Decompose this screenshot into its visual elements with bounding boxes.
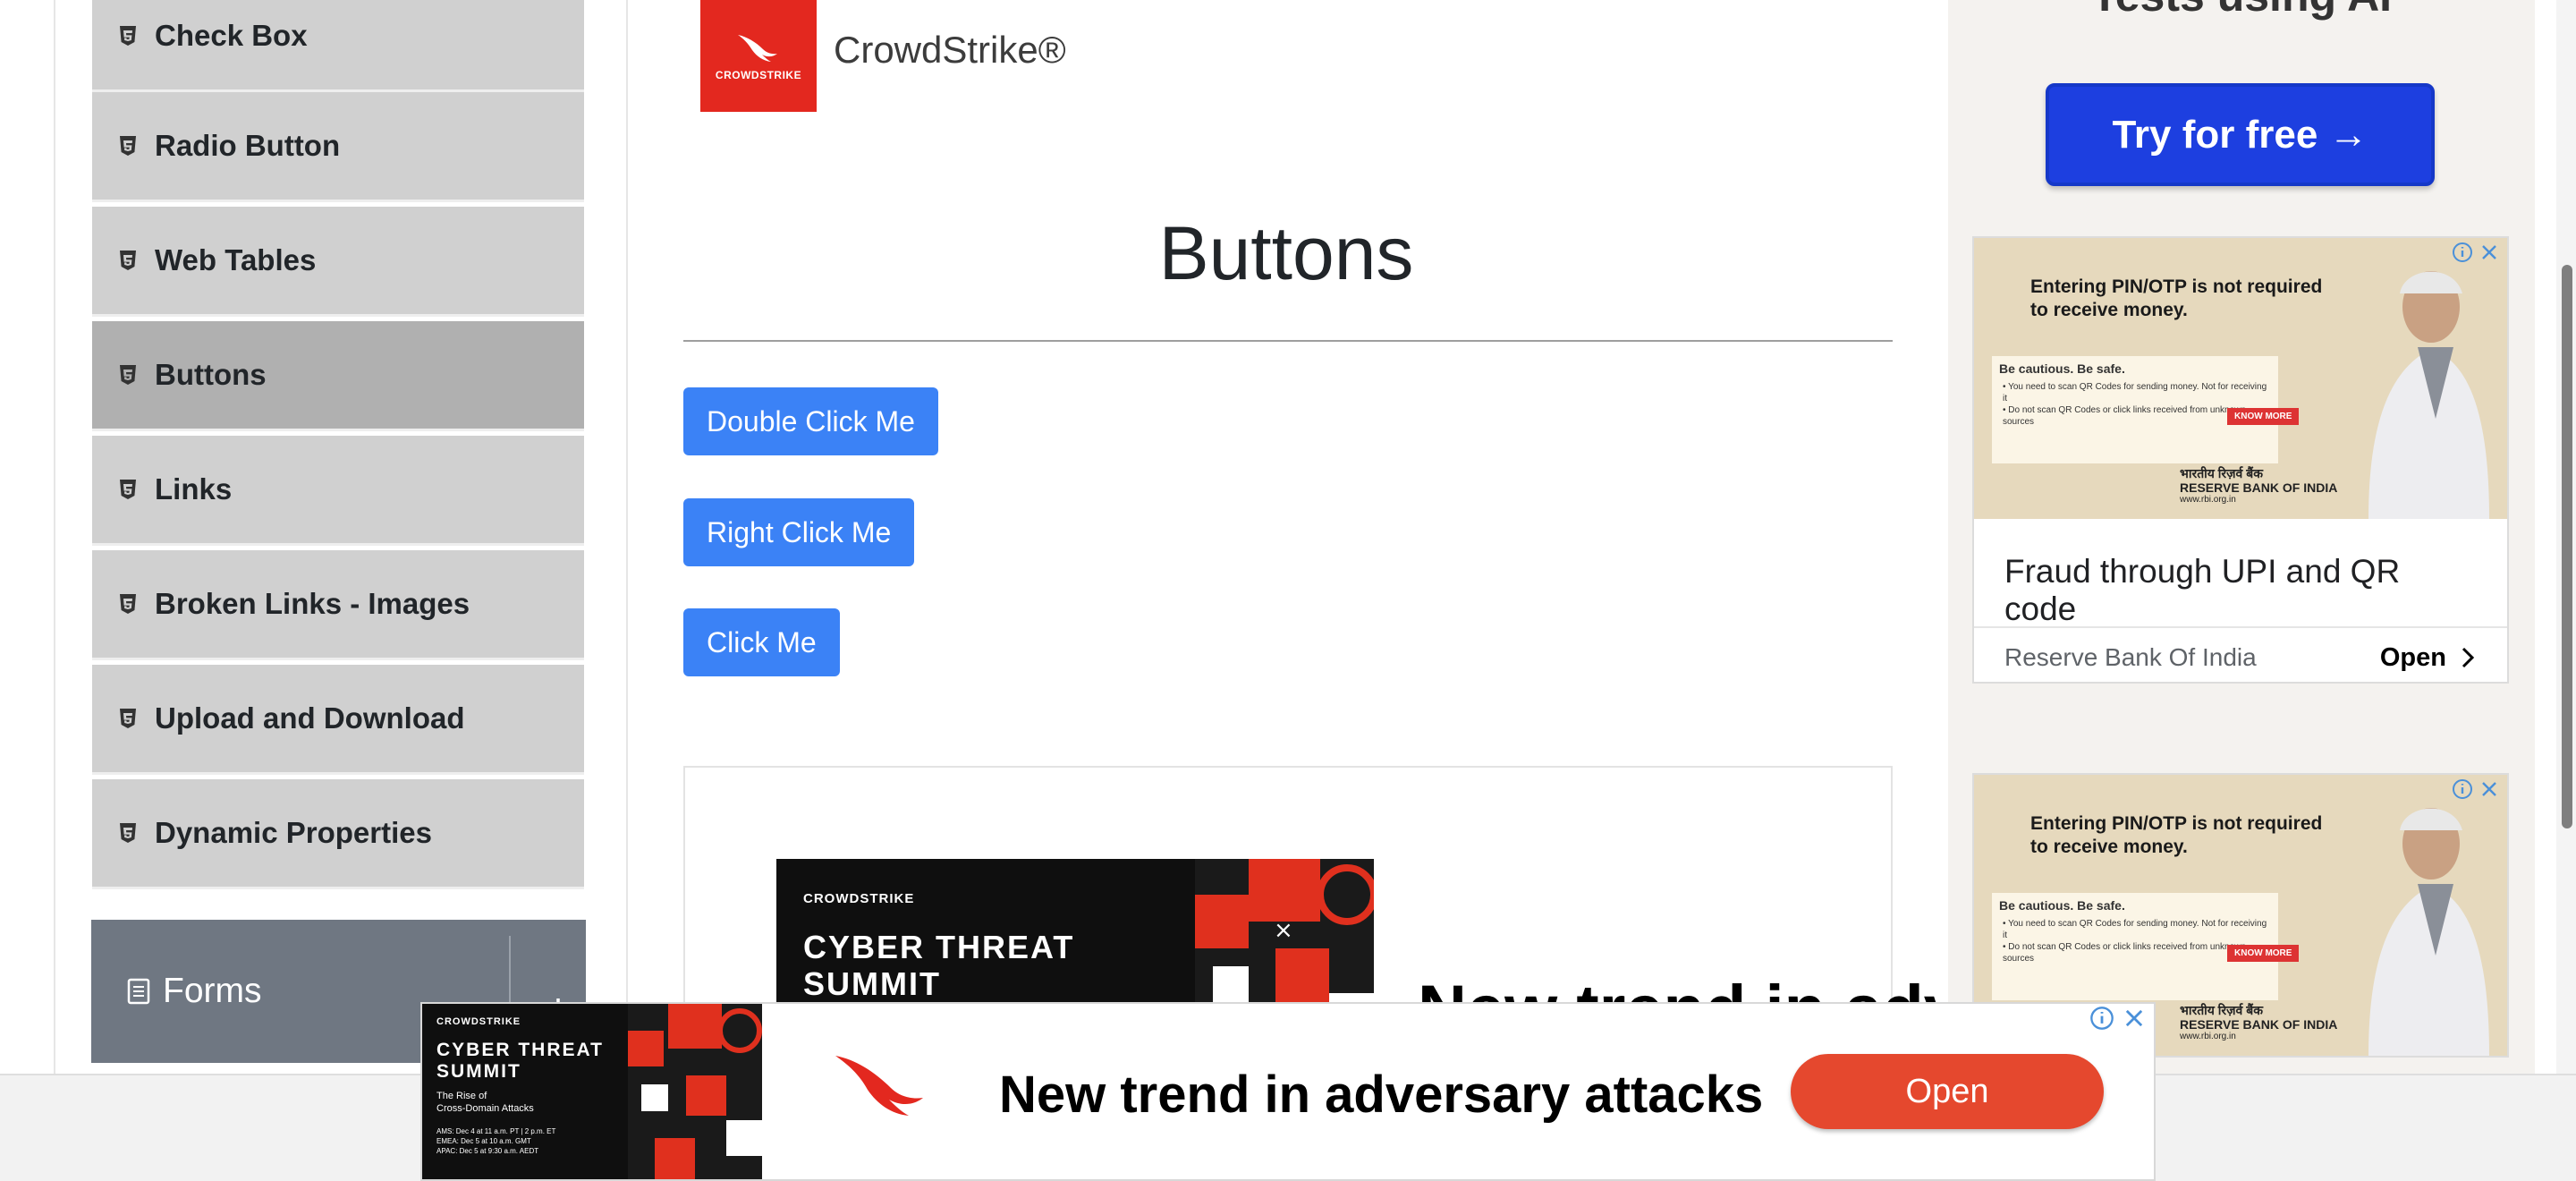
html5-icon bbox=[119, 823, 137, 843]
sidebar-item-label: Links bbox=[155, 472, 233, 506]
sticky-ad-date: EMEA: Dec 5 at 10 a.m. GMT bbox=[436, 1136, 531, 1145]
html5-icon bbox=[119, 709, 137, 728]
html5-icon bbox=[119, 26, 137, 46]
sidebar-item-label: Buttons bbox=[155, 358, 267, 391]
sticky-ad-subtitle: The Rise of Cross-Domain Attacks bbox=[436, 1090, 534, 1116]
know-more-button[interactable]: KNOW MORE bbox=[2227, 945, 2300, 962]
summit-title-line: CYBER THREAT bbox=[803, 929, 1075, 965]
title-divider bbox=[683, 340, 1893, 342]
inline-ad-summit-title: CYBER THREAT SUMMIT bbox=[803, 929, 1074, 1003]
crowdstrike-logo[interactable]: CROWDSTRIKE bbox=[700, 0, 817, 112]
sidebar-item-label: Upload and Download bbox=[155, 701, 465, 735]
summit-title-line: SUMMIT bbox=[436, 1061, 521, 1083]
rbi-ad-card[interactable]: Entering PIN/OTP is not required to rece… bbox=[1972, 236, 2509, 684]
sidebar-border-left bbox=[54, 0, 55, 1074]
scrollbar-thumb[interactable] bbox=[2562, 265, 2572, 828]
sidebar-item-broken-links[interactable]: Broken Links - Images bbox=[92, 550, 584, 660]
sticky-ad-logo-text: CROWDSTRIKE bbox=[436, 1016, 521, 1027]
ad-close-icon[interactable] bbox=[2122, 1006, 2147, 1031]
summit-title-line: SUMMIT bbox=[803, 965, 941, 1003]
sidebar-item-dynamic-properties[interactable]: Dynamic Properties bbox=[92, 779, 584, 889]
sidebar-item-label: Web Tables bbox=[155, 243, 317, 276]
sidebar-border-right bbox=[626, 0, 628, 1074]
sidebar-item-buttons[interactable]: Buttons bbox=[92, 321, 584, 431]
chevron-right-icon bbox=[2462, 647, 2475, 668]
sidebar-group-label: Forms bbox=[163, 972, 262, 1010]
svg-text:×: × bbox=[1274, 917, 1293, 944]
sticky-ad-headline[interactable]: New trend in adversary attacks bbox=[999, 1065, 1763, 1125]
sticky-ad-sub-line: The Rise of bbox=[436, 1091, 487, 1101]
right-click-button[interactable]: Right Click Me bbox=[683, 498, 915, 566]
sidebar-item-check-box[interactable]: Check Box bbox=[92, 0, 584, 92]
ad-close-icon[interactable] bbox=[2479, 778, 2500, 800]
rbi-caution-title: Be cautious. Be safe. bbox=[1999, 898, 2125, 913]
brand-name[interactable]: CrowdStrike® bbox=[834, 29, 1066, 72]
inline-ad-logo-text: CROWDSTRIKE bbox=[803, 891, 915, 906]
sidebar-item-label: Radio Button bbox=[155, 129, 341, 162]
sidebar-group-header: Forms bbox=[127, 972, 262, 1011]
logo-wordmark: CROWDSTRIKE bbox=[715, 68, 802, 81]
falcon-icon bbox=[835, 1056, 923, 1116]
sidebar-item-label: Dynamic Properties bbox=[155, 816, 432, 849]
rbi-ad-image[interactable]: Entering PIN/OTP is not required to rece… bbox=[1974, 238, 2507, 519]
rbi-source: Reserve Bank Of India bbox=[2004, 643, 2257, 671]
html5-icon bbox=[119, 594, 137, 614]
sticky-ad-date: AMS: Dec 4 at 11 a.m. PT | 2 p.m. ET bbox=[436, 1127, 556, 1135]
rbi-card-footer: Reserve Bank Of India Open bbox=[1974, 626, 2507, 682]
rbi-caution-line: • You need to scan QR Codes for sending … bbox=[2003, 919, 2267, 940]
sidebar-item-upload-download[interactable]: Upload and Download bbox=[92, 665, 584, 775]
ad-info-icon[interactable] bbox=[2452, 778, 2473, 800]
sticky-ad-sub-line: Cross-Domain Attacks bbox=[436, 1103, 534, 1115]
sidebar-item-label: Broken Links - Images bbox=[155, 587, 470, 620]
sidebar-item-web-tables[interactable]: Web Tables bbox=[92, 207, 584, 317]
sticky-bottom-ad[interactable]: CROWDSTRIKE CYBER THREAT SUMMIT The Rise… bbox=[420, 1002, 2156, 1181]
html5-icon bbox=[119, 251, 137, 270]
rbi-card-title[interactable]: Fraud through UPI and QR code bbox=[1974, 519, 2507, 627]
ad-info-icon[interactable] bbox=[2089, 1006, 2114, 1031]
ad-close-icon[interactable] bbox=[2479, 242, 2500, 263]
document-icon bbox=[127, 978, 150, 1005]
rbi-bank-block: भारतीय रिज़र्व बैंक RESERVE BANK OF INDI… bbox=[2180, 466, 2337, 506]
rbi-headline: Entering PIN/OTP is not required to rece… bbox=[2030, 813, 2323, 858]
summit-art bbox=[628, 1004, 762, 1179]
double-click-button[interactable]: Double Click Me bbox=[683, 387, 938, 455]
rbi-headline: Entering PIN/OTP is not required to rece… bbox=[2030, 276, 2323, 321]
person-image bbox=[2368, 271, 2489, 519]
page-title: Buttons bbox=[1158, 211, 1414, 295]
sidebar-item-label: Check Box bbox=[155, 19, 308, 52]
top-ad-text: Tests using AI bbox=[1948, 0, 2535, 21]
rbi-open-label: Open bbox=[2379, 642, 2446, 672]
try-for-free-button[interactable]: Try for free → bbox=[2046, 83, 2435, 186]
rbi-open-link[interactable]: Open bbox=[2380, 643, 2477, 673]
sticky-ad-date: APAC: Dec 5 at 9:30 a.m. AEDT bbox=[436, 1146, 539, 1155]
rbi-bank-name: RESERVE BANK OF INDIA bbox=[2180, 1017, 2338, 1032]
sticky-ad-open-button[interactable]: Open bbox=[1791, 1054, 2104, 1129]
rbi-bank-url: www.rbi.org.in bbox=[2180, 495, 2236, 506]
summit-title-line: CYBER THREAT bbox=[436, 1040, 604, 1060]
click-me-button[interactable]: Click Me bbox=[683, 608, 840, 676]
sidebar-item-radio-button[interactable]: Radio Button bbox=[92, 92, 584, 202]
rbi-bank-hindi: भारतीय रिज़र्व बैंक bbox=[2180, 466, 2263, 480]
sidebar-item-links[interactable]: Links bbox=[92, 436, 584, 546]
sticky-ad-summit-banner[interactable]: CROWDSTRIKE CYBER THREAT SUMMIT The Rise… bbox=[422, 1004, 762, 1179]
person-image bbox=[2368, 808, 2489, 1056]
rbi-bank-url: www.rbi.org.in bbox=[2180, 1032, 2236, 1042]
rbi-bank-name: RESERVE BANK OF INDIA bbox=[2180, 480, 2338, 496]
html5-icon bbox=[119, 480, 137, 499]
sticky-ad-dates: AMS: Dec 4 at 11 a.m. PT | 2 p.m. ET EME… bbox=[436, 1127, 555, 1156]
rbi-caution-line: • You need to scan QR Codes for sending … bbox=[2003, 382, 2267, 404]
falcon-icon bbox=[738, 34, 777, 62]
rbi-bank-block: भारतीय रिज़र्व बैंक RESERVE BANK OF INDI… bbox=[2180, 1003, 2337, 1042]
ad-info-icon[interactable] bbox=[2452, 242, 2473, 263]
know-more-button[interactable]: KNOW MORE bbox=[2227, 408, 2300, 425]
sticky-ad-summit-title: CYBER THREAT SUMMIT bbox=[436, 1040, 604, 1083]
rbi-caution-title: Be cautious. Be safe. bbox=[1999, 361, 2125, 376]
html5-icon bbox=[119, 365, 137, 385]
rbi-bank-hindi: भारतीय रिज़र्व बैंक bbox=[2180, 1003, 2263, 1017]
html5-icon bbox=[119, 136, 137, 156]
